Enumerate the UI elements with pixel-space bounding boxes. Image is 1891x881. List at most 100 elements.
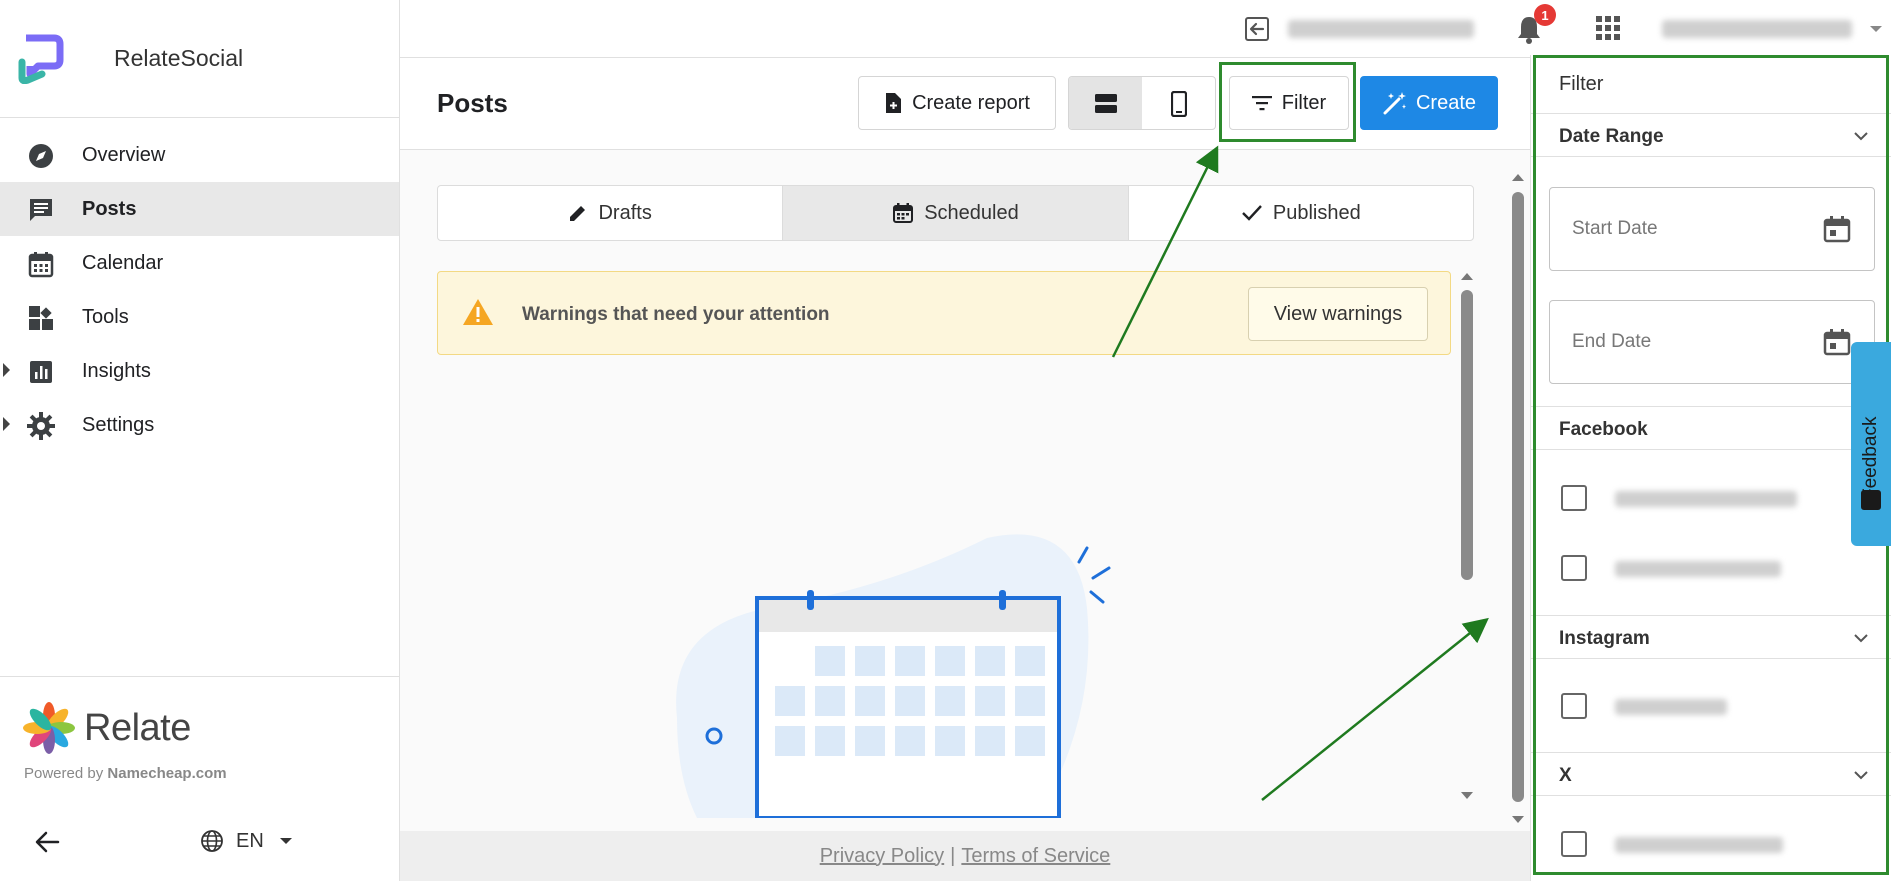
relate-wordmark: Relate (84, 706, 191, 749)
add-document-icon (886, 93, 902, 113)
scroll-up-arrow-icon[interactable] (1461, 273, 1473, 280)
checkbox[interactable] (1561, 831, 1587, 857)
gear-icon (26, 411, 56, 441)
terms-of-service-link[interactable]: Terms of Service (961, 845, 1110, 868)
sidebar-item-label: Calendar (82, 251, 164, 274)
instagram-section-header[interactable]: Instagram (1531, 615, 1891, 659)
compass-icon (26, 141, 56, 171)
feedback-icon (1861, 490, 1881, 510)
page-title: Posts (437, 88, 508, 118)
instagram-account-option[interactable] (1531, 677, 1891, 735)
user-menu[interactable] (1662, 20, 1852, 38)
notification-badge: 1 (1534, 4, 1556, 26)
start-date-input[interactable] (1572, 218, 1792, 240)
tab-label: Drafts (598, 201, 652, 224)
x-account-option[interactable] (1531, 815, 1891, 873)
sidebar-item-label: Overview (82, 143, 166, 166)
sidebar-item-label: Settings (82, 413, 155, 436)
tab-label: Scheduled (924, 201, 1019, 224)
start-date-field[interactable] (1549, 187, 1875, 271)
list-view-button[interactable] (1069, 77, 1142, 129)
page-footer: Privacy Policy | Terms of Service (400, 831, 1530, 881)
tools-icon (26, 303, 56, 333)
pencil-icon (570, 206, 586, 221)
section-label: Date Range (1559, 126, 1664, 147)
sidebar-item-tools[interactable]: Tools (0, 290, 399, 344)
exit-icon[interactable] (1242, 14, 1272, 44)
insights-icon (26, 357, 56, 387)
sidebar-item-label: Insights (82, 359, 151, 382)
chevron-down-icon (279, 838, 292, 844)
sidebar-item-overview[interactable]: Overview (0, 128, 399, 182)
sidebar: RelateSocial Overview Posts Calendar Too… (0, 0, 400, 881)
scroll-down-arrow-icon[interactable] (1512, 816, 1524, 823)
tab-drafts[interactable]: Drafts (438, 186, 784, 240)
main-content: Posts Create report Filter Create Drafts… (400, 58, 1530, 881)
collapse-sidebar-arrow-icon[interactable] (32, 827, 62, 857)
sidebar-nav: Overview Posts Calendar Tools Insights S… (0, 118, 399, 452)
app-name: RelateSocial (114, 45, 244, 71)
date-range-section-header[interactable]: Date Range (1531, 113, 1891, 157)
sidebar-item-insights[interactable]: Insights (0, 344, 399, 398)
back-to-account-link[interactable] (1288, 20, 1474, 38)
checkbox[interactable] (1561, 485, 1587, 511)
list-view-icon (1094, 94, 1117, 113)
scroll-up-arrow-icon[interactable] (1512, 174, 1524, 181)
globe-icon (201, 830, 223, 852)
feedback-tab[interactable]: Feedback (1851, 342, 1891, 546)
post-status-tabs: Drafts Scheduled Published (437, 185, 1474, 241)
calendar-icon (893, 203, 914, 223)
x-section-header[interactable]: X (1531, 752, 1891, 796)
page-scrollbar[interactable] (1508, 174, 1528, 824)
section-label: Facebook (1559, 419, 1648, 440)
create-report-label: Create report (912, 91, 1030, 114)
create-report-button[interactable]: Create report (858, 76, 1056, 130)
sidebar-item-posts[interactable]: Posts (0, 182, 399, 236)
empty-calendar-illustration (676, 534, 1111, 818)
facebook-account-option[interactable] (1531, 539, 1891, 597)
mobile-view-button[interactable] (1142, 77, 1215, 129)
language-code: EN (236, 829, 264, 852)
warning-triangle-icon (463, 299, 493, 325)
brand[interactable]: RelateSocial (0, 0, 399, 118)
privacy-policy-link[interactable]: Privacy Policy (820, 845, 944, 868)
chevron-down-icon (1854, 132, 1868, 141)
posts-icon (26, 195, 56, 225)
create-post-button[interactable]: Create (1360, 76, 1498, 130)
phone-icon (1170, 91, 1187, 117)
view-toggle (1068, 76, 1216, 130)
sidebar-item-settings[interactable]: Settings (0, 398, 399, 452)
checkbox[interactable] (1561, 555, 1587, 581)
chevron-down-icon (1854, 634, 1868, 643)
relate-flower-icon (23, 702, 75, 754)
create-label: Create (1415, 91, 1477, 114)
account-name (1615, 491, 1797, 507)
scrollbar-thumb[interactable] (1512, 192, 1524, 802)
check-icon (1242, 205, 1262, 221)
powered-by-prefix: Powered by (24, 765, 108, 782)
sidebar-footer: Relate Powered by Namecheap.com EN (0, 676, 400, 881)
chevron-down-icon[interactable] (1870, 26, 1882, 32)
list-scrollbar[interactable] (1457, 268, 1474, 808)
facebook-section-header[interactable]: Facebook (1531, 406, 1891, 450)
calendar-icon[interactable] (1822, 214, 1852, 244)
tab-label: Published (1272, 201, 1361, 224)
tab-scheduled[interactable]: Scheduled (783, 186, 1129, 240)
section-label: Instagram (1559, 628, 1650, 649)
expand-caret-icon[interactable] (3, 417, 10, 431)
end-date-input[interactable] (1572, 331, 1792, 353)
scroll-down-arrow-icon[interactable] (1461, 792, 1473, 799)
scrollbar-thumb[interactable] (1461, 290, 1473, 580)
language-selector[interactable]: EN (200, 829, 292, 853)
apps-grid-icon[interactable] (1596, 16, 1620, 40)
expand-caret-icon[interactable] (3, 363, 10, 377)
magic-wand-icon (1383, 92, 1406, 115)
facebook-account-option[interactable] (1531, 469, 1891, 527)
end-date-field[interactable] (1549, 300, 1875, 384)
calendar-icon[interactable] (1822, 327, 1852, 357)
sidebar-item-calendar[interactable]: Calendar (0, 236, 399, 290)
view-warnings-button[interactable]: View warnings (1248, 287, 1428, 341)
tab-published[interactable]: Published (1129, 186, 1473, 240)
posts-list: Warnings that need your attention View w… (437, 268, 1474, 868)
checkbox[interactable] (1561, 693, 1587, 719)
